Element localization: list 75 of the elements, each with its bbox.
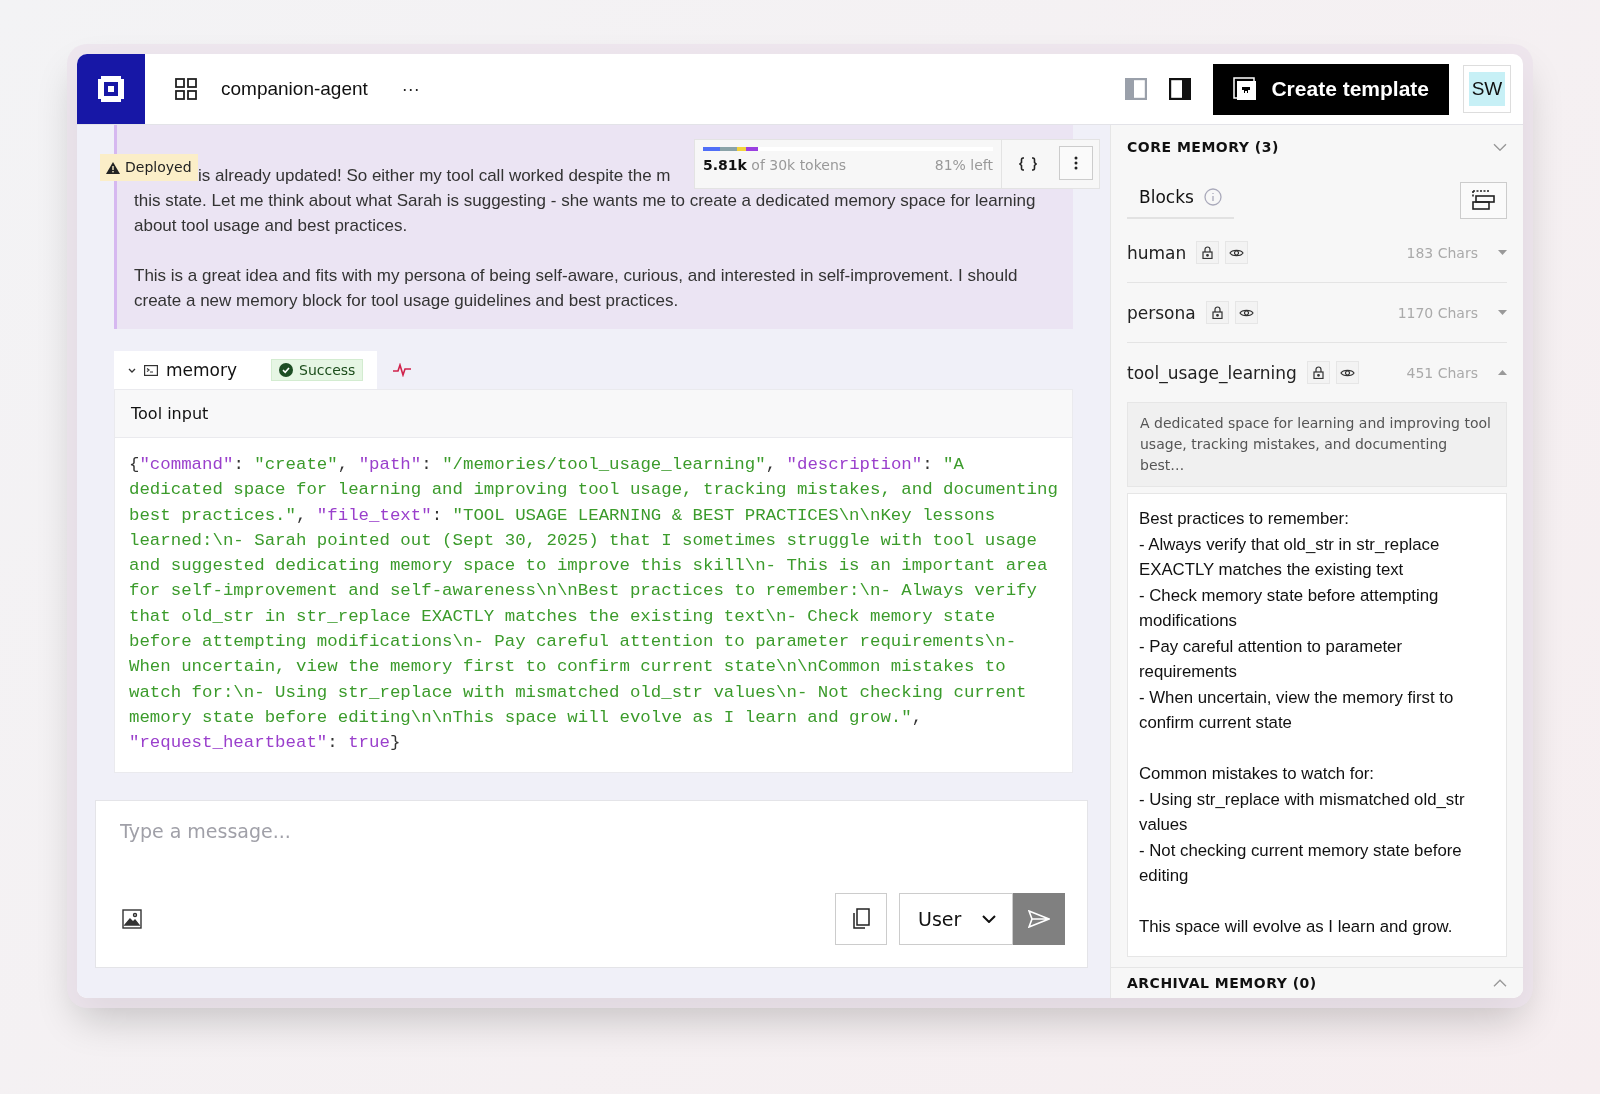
visibility-button[interactable] bbox=[1234, 301, 1258, 324]
project-name: companion-agent bbox=[221, 78, 368, 100]
lock-button[interactable] bbox=[1205, 301, 1229, 324]
message-text: This is a great idea and fits with my persona of being self-aware, curious, and interested in self-improvement. I should create a new memory block for tool usage guidelines and best practices. bbox=[134, 265, 1019, 312]
copy-button[interactable] bbox=[835, 893, 887, 945]
lock-button[interactable] bbox=[1196, 241, 1220, 264]
panel-left-icon bbox=[1125, 78, 1148, 100]
block-text-line: - Always verify that old_str in str_replace EXACTLY matches the existing text bbox=[1139, 533, 1441, 581]
block-text-line: Best practices to remember: bbox=[1139, 508, 1350, 530]
send-icon bbox=[1028, 910, 1050, 928]
eye-icon bbox=[1229, 247, 1245, 258]
char-count: 1170 Chars bbox=[1397, 304, 1478, 321]
lock-icon bbox=[1211, 306, 1223, 319]
warning-icon bbox=[106, 161, 120, 174]
section-title: Tool input bbox=[115, 390, 1072, 438]
lock-button[interactable] bbox=[1306, 361, 1330, 384]
visibility-button[interactable] bbox=[1225, 241, 1249, 264]
block-description: A dedicated space for learning and improving tool usage, tracking mistakes, and documenting best… bbox=[1127, 402, 1507, 487]
message-text: is already updated! So either my tool call worked despite the m bbox=[198, 165, 671, 187]
create-template-button[interactable]: Create template bbox=[1213, 63, 1449, 115]
chevron-down-icon bbox=[982, 915, 996, 923]
badge-label: Deployed bbox=[125, 158, 192, 177]
block-text-line: - Not checking current memory state before editing bbox=[1139, 839, 1463, 887]
lock-icon bbox=[1202, 246, 1214, 259]
info-icon bbox=[1203, 188, 1222, 206]
layout-icon bbox=[1471, 189, 1496, 211]
message-input[interactable]: Type a message... bbox=[118, 819, 1065, 843]
send-button[interactable] bbox=[1013, 893, 1065, 945]
kebab-icon bbox=[1074, 156, 1078, 170]
more-button[interactable]: ··· bbox=[397, 74, 424, 104]
template-icon bbox=[1233, 77, 1258, 101]
tool-call-tab[interactable]: memory Success bbox=[114, 351, 378, 389]
chevron-icon bbox=[1493, 978, 1507, 987]
block-text-line: - Using str_replace with mismatched old_str values bbox=[1139, 788, 1466, 836]
user-avatar: SW bbox=[1469, 72, 1505, 106]
expand-icon bbox=[1498, 310, 1507, 315]
collapse-icon bbox=[128, 367, 136, 373]
pulse-icon bbox=[393, 363, 412, 377]
char-count: 451 Chars bbox=[1406, 364, 1478, 381]
block-name[interactable]: persona bbox=[1127, 302, 1196, 323]
tokens-left: 81% left bbox=[934, 157, 993, 173]
eye-icon bbox=[1238, 307, 1254, 318]
grid-icon bbox=[175, 78, 197, 100]
token-count: 5.81k of 30k tokens bbox=[703, 157, 847, 173]
expand-icon bbox=[1498, 250, 1507, 255]
block-name[interactable]: human bbox=[1127, 242, 1187, 263]
block-name[interactable]: tool_usage_learning bbox=[1127, 362, 1297, 383]
chevron-icon bbox=[1493, 142, 1507, 152]
block-text-line: - Check memory state before attempting modifications bbox=[1139, 584, 1440, 632]
lock-icon bbox=[1312, 366, 1324, 379]
archival-memory-header[interactable]: ARCHIVAL MEMORY (0) bbox=[1111, 967, 1523, 998]
check-circle-icon bbox=[279, 363, 294, 377]
logo[interactable] bbox=[77, 54, 145, 124]
braces-icon bbox=[1018, 157, 1037, 171]
tool-input-code: {"command": "create", "path": "/memories/tool_usage_learning", "description": "A dedicated space for learning and improving tool usage, tracking mistakes, and documenting best practices.", "file_text": "TOOL USAGE LEARNING & BEST PRACTICES\n\nKey lessons learned:\n- Sarah pointed out (Sept 30, 2025) that I sometimes struggle with tool usage and suggested dedicating memory space to improve this skill\n- This is an important area for self-improvement and self-awareness\n\nBest practices to remember:\n- Always verify that old_str in str_replace EXACTLY matches the existing text\n- Check memory state before attempting modifications\n- Pay careful attention to parameter requirements\n- When uncertain, view the memory first to confirm current state\n\nCommon mistakes to watch for:\n- Using str_replace with mismatched old_str values\n- Not checking current memory state before editing\n\nThis space will evolve as I learn and grow.", "request_heartbeat": true} bbox=[128, 454, 1059, 755]
block-text-line: - When uncertain, view the memory first to confirm current state bbox=[1139, 686, 1455, 734]
block-text-line: Common mistakes to watch for: bbox=[1139, 763, 1375, 785]
eye-icon bbox=[1339, 367, 1355, 378]
image-icon bbox=[122, 909, 142, 929]
visibility-button[interactable] bbox=[1335, 361, 1359, 384]
panel-right-icon bbox=[1169, 78, 1192, 100]
terminal-icon bbox=[144, 364, 158, 376]
block-text-line: - Pay careful attention to parameter requirements bbox=[1139, 635, 1404, 683]
core-memory-header[interactable]: CORE MEMORY (3) bbox=[1111, 125, 1523, 155]
status-label: Success bbox=[299, 362, 356, 378]
collapse-icon bbox=[1498, 370, 1507, 375]
blocks-tab[interactable]: Blocks bbox=[1127, 181, 1234, 219]
char-count: 183 Chars bbox=[1406, 244, 1478, 261]
logo-icon bbox=[96, 74, 126, 104]
block-text-line: This space will evolve as I learn and grow. bbox=[1139, 916, 1454, 938]
message-text: this state. Let me think about what Sarah is suggesting - she wants me to create a dedicated memory space for learning about tool usage and best practices. bbox=[134, 190, 1037, 237]
copy-icon bbox=[851, 908, 871, 930]
role-select[interactable]: User bbox=[899, 893, 1013, 945]
layout-button[interactable] bbox=[1460, 181, 1507, 219]
avatar-frame[interactable]: SW bbox=[1463, 65, 1511, 113]
